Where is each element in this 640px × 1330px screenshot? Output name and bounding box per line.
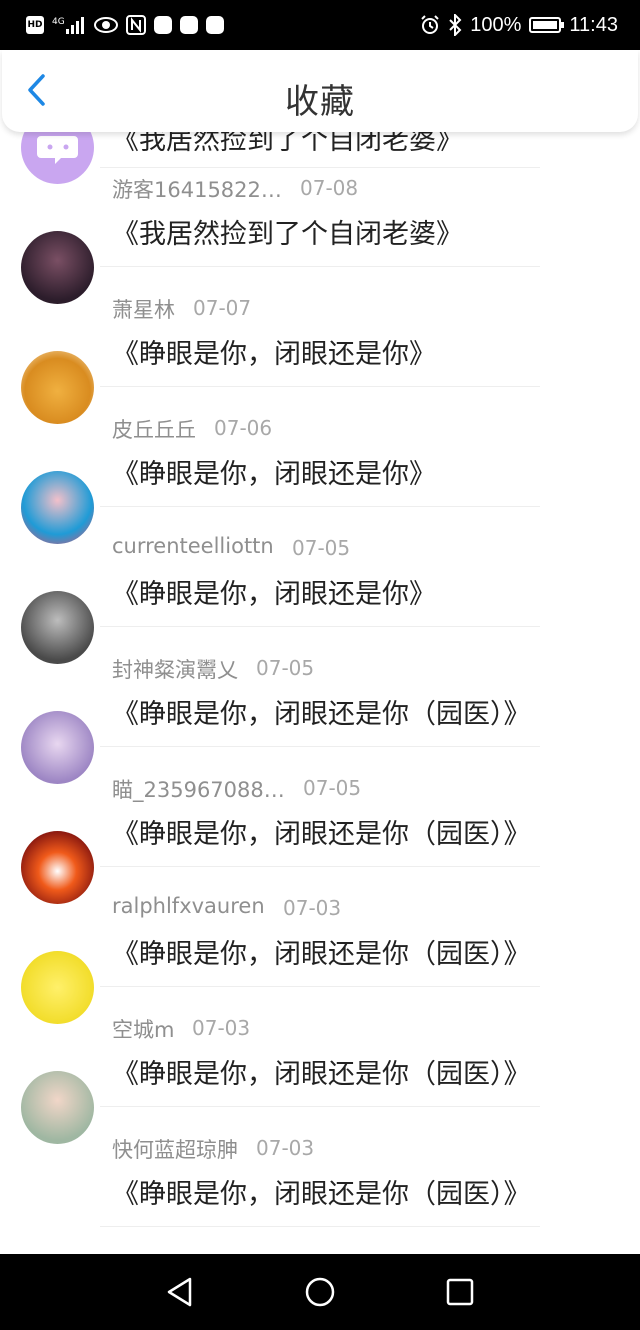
avatar[interactable] — [21, 351, 94, 424]
nav-recents-button[interactable] — [440, 1272, 480, 1312]
favorite-title: 《睁眼是你，闭眼还是你（园医）》 — [112, 1179, 531, 1210]
battery-charging-icon — [529, 17, 565, 33]
list-item[interactable]: 瞄_235967088… 07-05 《睁眼是你，闭眼还是你（园医）》 — [0, 670, 640, 867]
list-item[interactable]: currenteelliottn 07-05 《睁眼是你，闭眼还是你》 — [0, 430, 640, 627]
list-item[interactable]: 萧星林 07-07 《睁眼是你，闭眼还是你》 — [0, 190, 640, 387]
alarm-icon — [420, 15, 440, 35]
page-title: 收藏 — [285, 82, 355, 122]
back-triangle-icon — [167, 1277, 192, 1307]
avatar[interactable] — [21, 231, 94, 304]
status-bar: HD 4G 100% 11:43 — [0, 0, 640, 50]
list-item[interactable]: 皮丘丘丘 07-06 《睁眼是你，闭眼还是你》 — [0, 310, 640, 507]
top-bar: 收藏 — [2, 50, 638, 132]
network-type: 4G — [52, 17, 65, 27]
user-name: 快何蓝超琼胂 — [112, 1138, 238, 1162]
system-nav-bar — [0, 1254, 640, 1330]
huawei-icon — [180, 16, 198, 34]
list-item[interactable]: ralphlfxvauren 07-03 《睁眼是你，闭眼还是你（园医）》 — [0, 790, 640, 987]
status-right: 100% 11:43 — [420, 14, 618, 37]
signal-icon: 4G — [52, 15, 86, 35]
favorites-items: 游客16415822… 07-08 《我居然捡到了个自闭老婆》 萧星林 07-07 《睁眼… — [0, 70, 640, 1227]
n-icon — [126, 15, 146, 35]
status-left: HD 4G — [26, 15, 224, 35]
list-item[interactable]: 空城m 07-03 《睁眼是你，闭眼还是你（园医）》 — [0, 910, 640, 1107]
avatar[interactable] — [21, 831, 94, 904]
app-icon — [154, 16, 172, 34]
battery-percent: 100% — [470, 13, 522, 36]
list-item[interactable]: 封神粲演鬻乂 07-05 《睁眼是你，闭眼还是你（园医）》 — [0, 550, 640, 747]
favorite-date: 07-03 — [256, 1136, 315, 1160]
eye-icon — [94, 17, 118, 33]
hd-icon: HD — [26, 16, 44, 34]
list-item[interactable]: 快何蓝超琼胂 07-03 《睁眼是你，闭眼还是你（园医）》 — [0, 1030, 640, 1227]
recents-square-icon — [446, 1278, 474, 1306]
bluetooth-icon — [448, 14, 462, 36]
avatar[interactable] — [21, 951, 94, 1024]
avatar[interactable] — [21, 711, 94, 784]
hms-icon — [206, 16, 224, 34]
avatar[interactable] — [21, 1071, 94, 1144]
avatar[interactable] — [21, 591, 94, 664]
clock-time: 11:43 — [569, 13, 618, 36]
home-circle-icon — [305, 1277, 335, 1307]
nav-home-button[interactable] — [300, 1272, 340, 1312]
divider — [100, 1226, 540, 1227]
nav-back-button[interactable] — [160, 1272, 200, 1312]
avatar[interactable] — [21, 471, 94, 544]
